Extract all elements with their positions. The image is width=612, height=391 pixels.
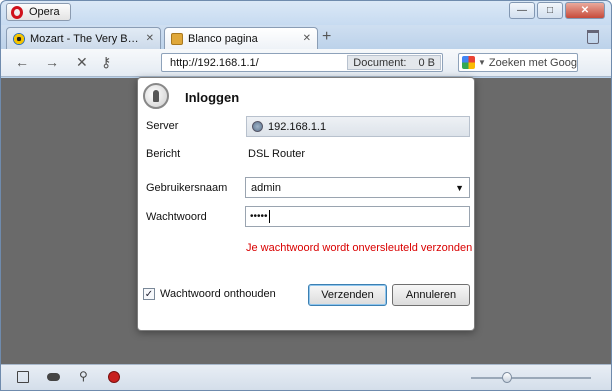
turbo-icon[interactable] (108, 371, 120, 383)
forward-icon[interactable]: → (45, 54, 59, 70)
window-controls: — □ ✕ (509, 2, 605, 19)
login-dialog: Inloggen Server 192.168.1.1 Bericht DSL … (137, 77, 475, 331)
unencrypted-warning: Je wachtwoord wordt onversleuteld verzon… (246, 242, 473, 254)
remember-password-option[interactable]: ✓ Wachtwoord onthouden (143, 288, 276, 300)
lock-icon (143, 83, 169, 109)
dialog-title: Inloggen (185, 90, 240, 105)
tab-bar: Mozart - The Very Best ... ✕ Blanco pagi… (1, 25, 611, 49)
opera-menu-label: Opera (29, 6, 60, 18)
text-cursor (268, 210, 270, 223)
title-bar: Opera — □ ✕ (1, 1, 611, 25)
username-value: admin (251, 181, 281, 194)
message-value: DSL Router (248, 148, 306, 160)
search-field[interactable]: ▼ Zoeken met Goog (458, 53, 578, 72)
chevron-down-icon[interactable]: ▼ (478, 58, 486, 67)
password-label: Wachtwoord (146, 211, 207, 223)
password-field[interactable]: ••••• (245, 206, 470, 227)
server-label: Server (146, 120, 179, 132)
server-value: 192.168.1.1 (268, 120, 327, 133)
password-value: ••••• (250, 211, 268, 222)
new-tab-icon[interactable]: + (322, 29, 331, 45)
radiation-icon (13, 32, 25, 45)
opera-logo-icon (11, 5, 23, 19)
username-label: Gebruikersnaam (146, 182, 228, 194)
submit-button[interactable]: Verzenden (308, 284, 387, 306)
close-button[interactable]: ✕ (565, 2, 605, 19)
navigation-bar: ← → ✕ ⚷ http://192.168.1.1/ Document: 0 … (1, 49, 611, 77)
opera-menu-button[interactable]: Opera (6, 3, 71, 21)
tab-blank-page[interactable]: Blanco pagina ✕ (164, 27, 318, 49)
panel-toggle-icon[interactable] (17, 371, 29, 383)
remember-label: Wachtwoord onthouden (160, 288, 276, 300)
chevron-down-icon[interactable]: ▼ (455, 183, 464, 193)
google-icon (462, 56, 475, 69)
tab-mozart[interactable]: Mozart - The Very Best ... ✕ (6, 27, 161, 49)
username-select[interactable]: admin ▼ (245, 177, 470, 198)
message-label: Bericht (146, 148, 181, 160)
key-icon[interactable]: ⚷ (101, 54, 111, 71)
trash-icon[interactable] (587, 30, 599, 44)
address-url[interactable]: http://192.168.1.1/ (170, 57, 347, 69)
globe-icon (252, 121, 263, 132)
unite-icon[interactable]: ⚲ (79, 369, 93, 383)
document-size-value: 0 B (418, 56, 435, 69)
zoom-slider-handle[interactable] (502, 372, 512, 383)
minimize-button[interactable]: — (509, 2, 535, 19)
back-icon[interactable]: ← (15, 54, 29, 70)
cloud-icon[interactable] (47, 373, 60, 381)
server-field: 192.168.1.1 (246, 116, 470, 137)
tab-title: Blanco pagina (188, 32, 258, 45)
stop-icon[interactable]: ✕ (76, 54, 88, 71)
tab-title: Mozart - The Very Best ... (30, 32, 141, 45)
tab-close-icon[interactable]: ✕ (146, 33, 154, 44)
document-label: Document: (353, 56, 407, 69)
status-bar: ⚲ (1, 364, 611, 390)
zoom-slider[interactable] (471, 377, 591, 379)
cancel-button[interactable]: Annuleren (392, 284, 470, 306)
document-size-badge: Document: 0 B (347, 55, 441, 70)
blank-page-icon (171, 32, 183, 45)
remember-checkbox[interactable]: ✓ (143, 288, 155, 300)
browser-window: Opera — □ ✕ Mozart - The Very Best ... ✕… (0, 0, 612, 391)
address-bar[interactable]: http://192.168.1.1/ Document: 0 B (161, 53, 443, 72)
maximize-button[interactable]: □ (537, 2, 563, 19)
search-placeholder: Zoeken met Goog (488, 56, 577, 69)
tab-close-icon[interactable]: ✕ (303, 33, 311, 44)
